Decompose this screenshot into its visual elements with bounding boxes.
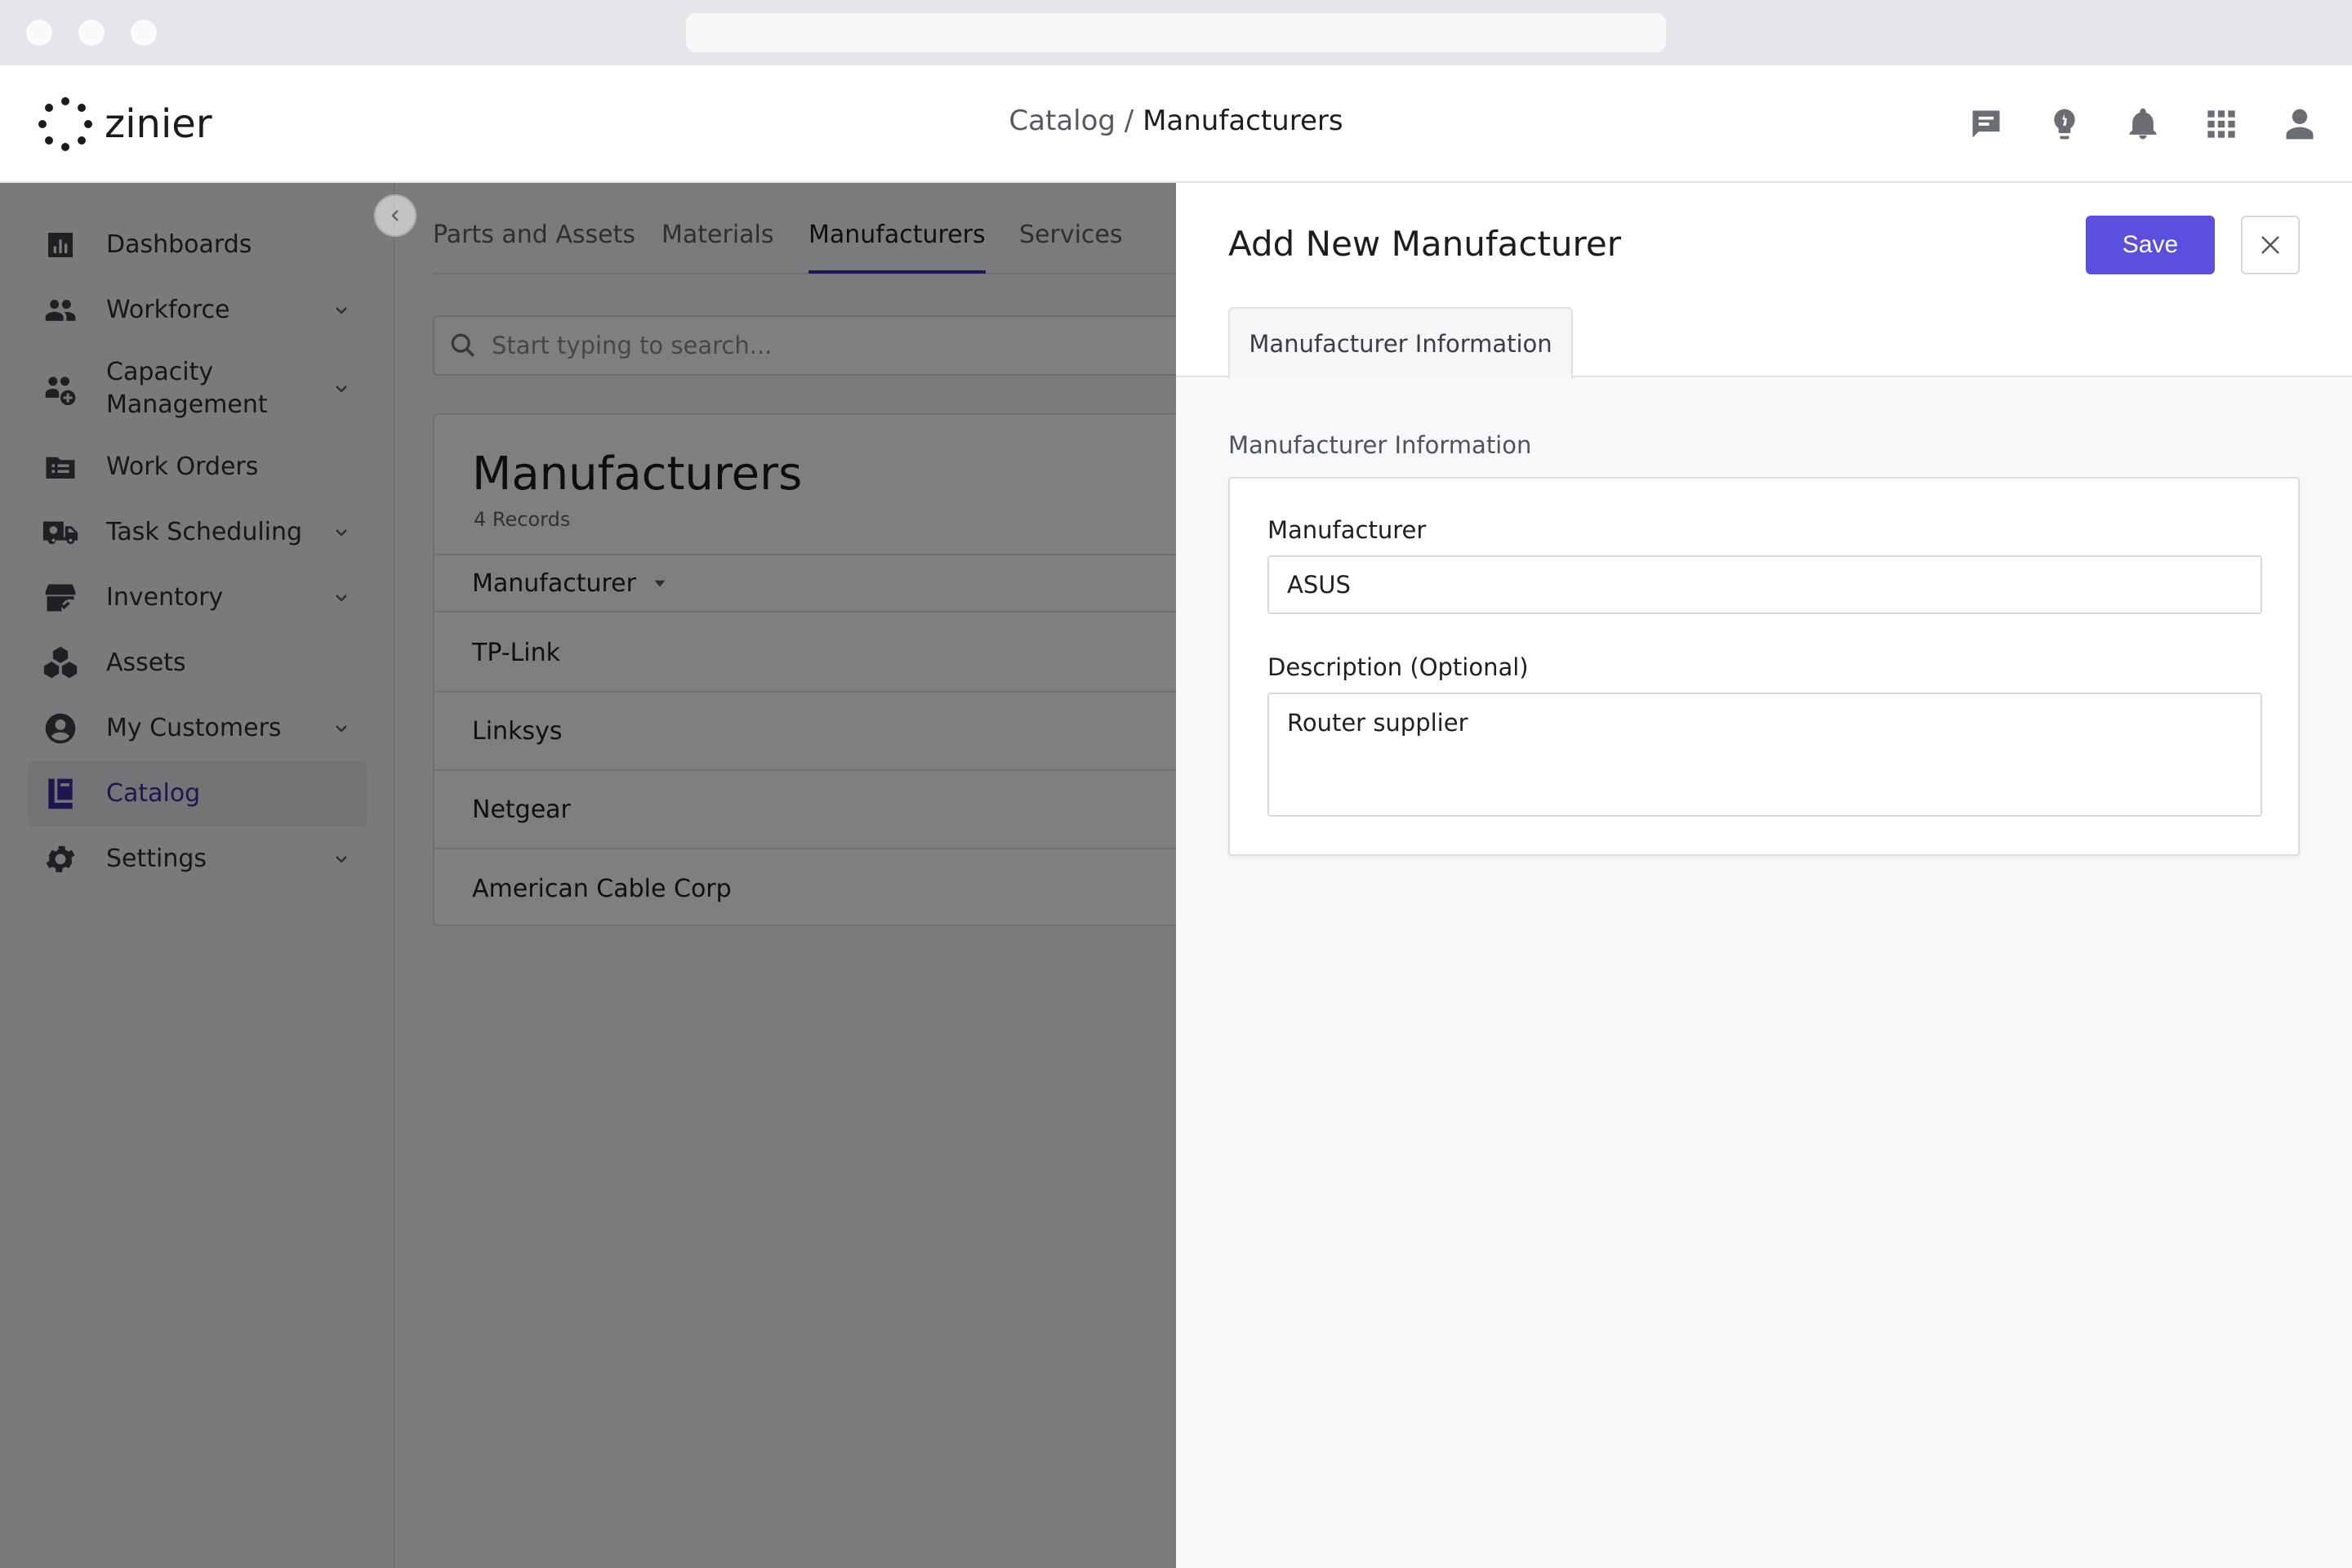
breadcrumb-current: Manufacturers [1143, 105, 1343, 137]
breadcrumb-catalog[interactable]: Catalog [1009, 105, 1116, 137]
close-icon [2261, 236, 2279, 254]
manufacturer-form: Manufacturer Description (Optional) Rout… [1228, 477, 2300, 856]
add-manufacturer-drawer: Add New Manufacturer Save Manufacturer I… [1176, 183, 2352, 1568]
description-textarea[interactable]: Router supplier [1267, 693, 2262, 817]
tab-manufacturer-information[interactable]: Manufacturer Information [1228, 307, 1573, 379]
app-header: zinier Catalog / Manufacturers [0, 65, 2352, 183]
manufacturer-field-label: Manufacturer [1267, 516, 1427, 544]
section-label: Manufacturer Information [1228, 431, 1532, 459]
lightbulb-icon[interactable] [2042, 101, 2087, 147]
apps-grid-icon[interactable] [2198, 101, 2244, 147]
window-minimize-dot[interactable] [78, 20, 105, 46]
window-maximize-dot[interactable] [131, 20, 157, 46]
breadcrumb-separator: / [1116, 105, 1143, 137]
manufacturer-input[interactable] [1267, 555, 2262, 614]
bell-icon[interactable] [2120, 101, 2166, 147]
chevron-left-icon [391, 210, 399, 221]
description-field-label: Description (Optional) [1267, 653, 1529, 681]
address-bar[interactable] [686, 13, 1666, 52]
window-close-dot[interactable] [26, 20, 52, 46]
user-icon[interactable] [2277, 101, 2323, 147]
save-button[interactable]: Save [2086, 216, 2215, 274]
browser-chrome [0, 0, 2352, 65]
chat-icon[interactable] [1963, 101, 2009, 147]
drawer-title: Add New Manufacturer [1228, 224, 1621, 264]
header-actions [1963, 101, 2323, 147]
drawer-header: Add New Manufacturer Save Manufacturer I… [1176, 183, 2352, 379]
modal-overlay[interactable] [0, 183, 1176, 1568]
sidebar-collapse-button[interactable] [374, 194, 416, 237]
close-button[interactable] [2241, 216, 2300, 274]
